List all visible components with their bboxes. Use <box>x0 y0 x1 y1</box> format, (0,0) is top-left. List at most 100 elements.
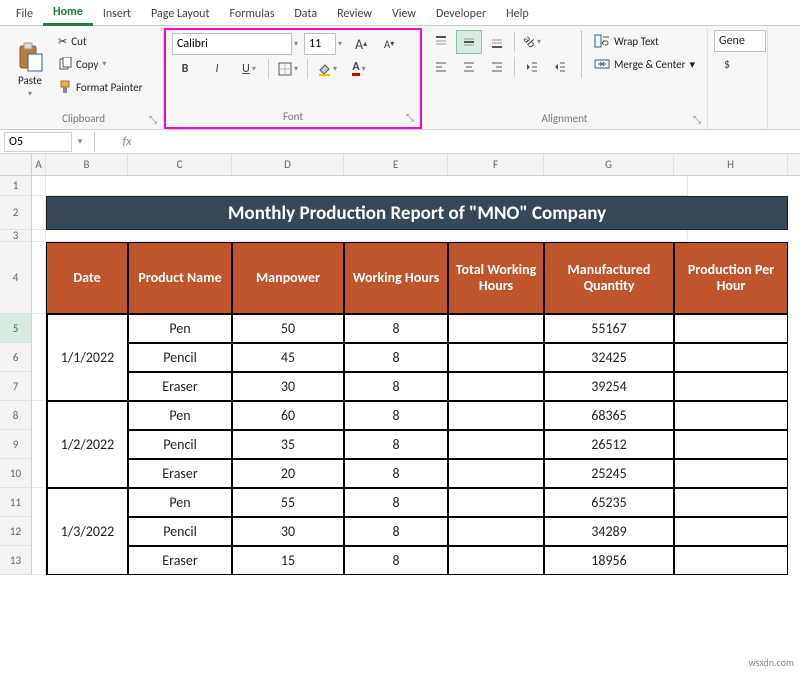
cell[interactable] <box>674 314 788 343</box>
cell[interactable]: 65235 <box>544 488 674 517</box>
cell[interactable]: 8 <box>344 314 448 343</box>
wrap-text-button[interactable]: Wrap Text <box>590 30 699 52</box>
font-size-dropdown[interactable]: ▾ <box>338 39 346 49</box>
tab-help[interactable]: Help <box>496 3 539 25</box>
cell[interactable] <box>674 459 788 488</box>
name-box[interactable] <box>4 132 72 152</box>
cell[interactable] <box>674 343 788 372</box>
row-header-5[interactable]: 5 <box>0 314 32 343</box>
cell[interactable] <box>674 430 788 459</box>
cell[interactable]: 30 <box>232 517 344 546</box>
cell[interactable] <box>448 314 544 343</box>
col-header-d[interactable]: D <box>232 154 344 175</box>
row-header-4[interactable]: 4 <box>0 242 32 314</box>
cell[interactable]: 55167 <box>544 314 674 343</box>
cell[interactable]: 60 <box>232 401 344 430</box>
cell[interactable]: 32425 <box>544 343 674 372</box>
align-middle-button[interactable] <box>456 30 482 54</box>
cell[interactable]: 8 <box>344 430 448 459</box>
cell[interactable] <box>448 517 544 546</box>
row-header-2[interactable]: 2 <box>0 196 32 230</box>
format-painter-button[interactable]: Format Painter <box>54 76 146 98</box>
col-header-c[interactable]: C <box>128 154 232 175</box>
row-header-6[interactable]: 6 <box>0 343 32 372</box>
col-header-b[interactable]: B <box>46 154 128 175</box>
cell[interactable] <box>448 343 544 372</box>
cell[interactable]: 8 <box>344 517 448 546</box>
underline-button[interactable]: U▾ <box>236 57 262 81</box>
cell[interactable]: 18956 <box>544 546 674 575</box>
cell[interactable]: 39254 <box>544 372 674 401</box>
font-size-combo[interactable] <box>304 33 336 55</box>
decrease-indent-button[interactable] <box>519 55 545 79</box>
cell[interactable] <box>448 488 544 517</box>
cell[interactable]: Eraser <box>128 546 232 575</box>
cell[interactable] <box>448 459 544 488</box>
decrease-font-button[interactable]: A▾ <box>376 32 402 56</box>
formula-input[interactable] <box>139 132 800 152</box>
row-header-3[interactable]: 3 <box>0 230 32 242</box>
font-name-combo[interactable] <box>172 33 292 55</box>
bold-button[interactable]: B <box>172 57 198 81</box>
fill-color-button[interactable]: ▾ <box>314 57 340 81</box>
row-header-12[interactable]: 12 <box>0 517 32 546</box>
col-header-f[interactable]: F <box>448 154 544 175</box>
cell-date[interactable]: 1/3/2022 <box>46 488 128 575</box>
cell[interactable]: Pen <box>128 314 232 343</box>
cell[interactable]: 20 <box>232 459 344 488</box>
cell[interactable]: 8 <box>344 401 448 430</box>
alignment-launcher[interactable]: ⤡ <box>693 113 701 126</box>
cell[interactable]: 8 <box>344 459 448 488</box>
cell[interactable]: 34289 <box>544 517 674 546</box>
col-header-g[interactable]: G <box>544 154 674 175</box>
number-format-combo[interactable]: Gene <box>714 30 766 52</box>
orientation-button[interactable]: ab▾ <box>519 30 545 54</box>
col-header-a[interactable]: A <box>32 154 46 175</box>
cell[interactable]: 30 <box>232 372 344 401</box>
cell[interactable]: Eraser <box>128 372 232 401</box>
tab-review[interactable]: Review <box>327 3 382 25</box>
tab-formulas[interactable]: Formulas <box>219 3 284 25</box>
cell[interactable]: 26512 <box>544 430 674 459</box>
cell[interactable] <box>448 401 544 430</box>
cell[interactable] <box>674 546 788 575</box>
increase-indent-button[interactable] <box>547 55 573 79</box>
increase-font-button[interactable]: A▴ <box>348 32 374 56</box>
font-name-dropdown[interactable]: ▾ <box>294 39 302 49</box>
cell[interactable] <box>448 430 544 459</box>
copy-button[interactable]: Copy ▾ <box>54 53 146 75</box>
align-center-button[interactable] <box>456 55 482 79</box>
row-header-10[interactable]: 10 <box>0 459 32 488</box>
cut-button[interactable]: ✂ Cut <box>54 30 146 52</box>
cell[interactable]: Pencil <box>128 343 232 372</box>
row-header-13[interactable]: 13 <box>0 546 32 575</box>
cell[interactable] <box>674 488 788 517</box>
align-top-button[interactable] <box>428 30 454 54</box>
align-right-button[interactable] <box>484 55 510 79</box>
tab-view[interactable]: View <box>382 3 426 25</box>
cell[interactable] <box>448 372 544 401</box>
cell[interactable]: Pencil <box>128 430 232 459</box>
col-header-e[interactable]: E <box>344 154 448 175</box>
name-box-dropdown[interactable]: ▾ <box>72 136 88 147</box>
cell[interactable]: 8 <box>344 488 448 517</box>
row-header-7[interactable]: 7 <box>0 372 32 401</box>
fx-button[interactable]: fx <box>115 135 139 149</box>
borders-button[interactable]: ▾ <box>275 57 301 81</box>
cell[interactable]: 8 <box>344 343 448 372</box>
font-color-button[interactable]: A▾ <box>346 57 372 81</box>
row-header-1[interactable]: 1 <box>0 176 32 196</box>
align-bottom-button[interactable] <box>484 30 510 54</box>
cell[interactable]: 45 <box>232 343 344 372</box>
cell[interactable] <box>674 372 788 401</box>
cell-date[interactable]: 1/1/2022 <box>46 314 128 401</box>
cell[interactable]: Pen <box>128 488 232 517</box>
tab-file[interactable]: File <box>6 3 43 25</box>
cell[interactable]: 25245 <box>544 459 674 488</box>
cell[interactable]: 8 <box>344 546 448 575</box>
clipboard-launcher[interactable]: ⤡ <box>149 113 157 126</box>
cell[interactable]: 68365 <box>544 401 674 430</box>
cell[interactable]: 35 <box>232 430 344 459</box>
align-left-button[interactable] <box>428 55 454 79</box>
accounting-format-button[interactable]: $ <box>714 53 740 77</box>
